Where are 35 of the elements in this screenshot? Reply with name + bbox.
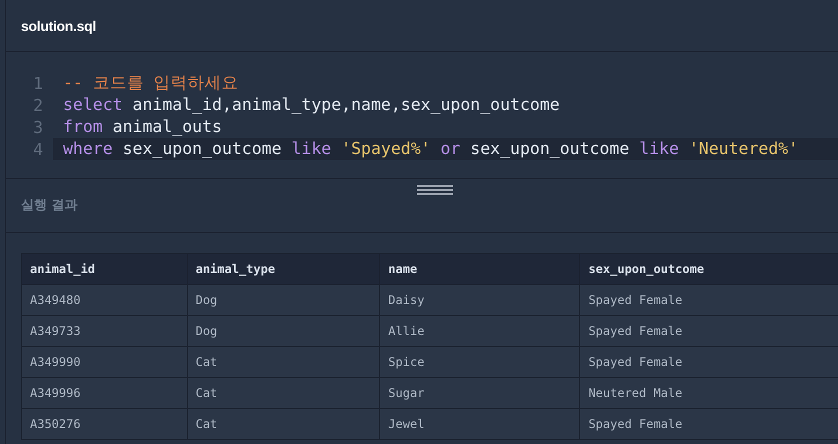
- table-cell: A349996: [22, 378, 188, 408]
- table-cell: Sugar: [380, 378, 580, 408]
- table-cell: Spice: [380, 346, 580, 378]
- table-cell: Spayed Female: [580, 408, 838, 440]
- line-number: 4: [32, 140, 44, 158]
- table-cell: Spayed Female: [580, 284, 838, 316]
- table-cell: Daisy: [380, 284, 580, 316]
- line-number: 3: [32, 118, 44, 136]
- table-cell: Neutered Male: [580, 378, 838, 408]
- table-cell: A349480: [22, 284, 188, 316]
- table-cell: A350276: [22, 408, 188, 440]
- column-header: animal_type: [187, 254, 380, 284]
- code-editor[interactable]: 1 -- 코드를 입력하세요 2 select animal_id,animal_type,name,sex_upon_outcome 3 from animal_outs 4 where sex_upon_outcome like 'Spayed%' or sex_upon_outcome like 'Neutered%': [6, 52, 838, 179]
- table-cell: Cat: [187, 346, 380, 378]
- table-cell: Dog: [187, 316, 380, 346]
- table-cell: Jewel: [380, 408, 580, 440]
- table-cell: Cat: [187, 378, 380, 408]
- line-number: 2: [32, 96, 44, 114]
- table-cell: Dog: [187, 284, 380, 316]
- code-line: from animal_outs: [62, 116, 223, 138]
- column-header: name: [380, 254, 580, 284]
- line-number: 1: [32, 74, 44, 92]
- column-header: sex_upon_outcome: [580, 254, 838, 284]
- table-cell: Spayed Female: [580, 346, 838, 378]
- table-cell: A349733: [22, 316, 188, 346]
- file-name: solution.sql: [21, 18, 96, 34]
- code-line: select animal_id,animal_type,name,sex_upon_outcome: [62, 94, 561, 116]
- column-header: animal_id: [22, 254, 188, 284]
- table-cell: A349990: [22, 346, 188, 378]
- result-title: 실행 결과: [21, 197, 78, 214]
- code-line: -- 코드를 입력하세요: [62, 72, 240, 94]
- table-cell: Cat: [187, 408, 380, 440]
- resize-handle-icon[interactable]: [417, 185, 453, 195]
- table-cell: Allie: [380, 316, 580, 346]
- table-cell: Spayed Female: [580, 316, 838, 346]
